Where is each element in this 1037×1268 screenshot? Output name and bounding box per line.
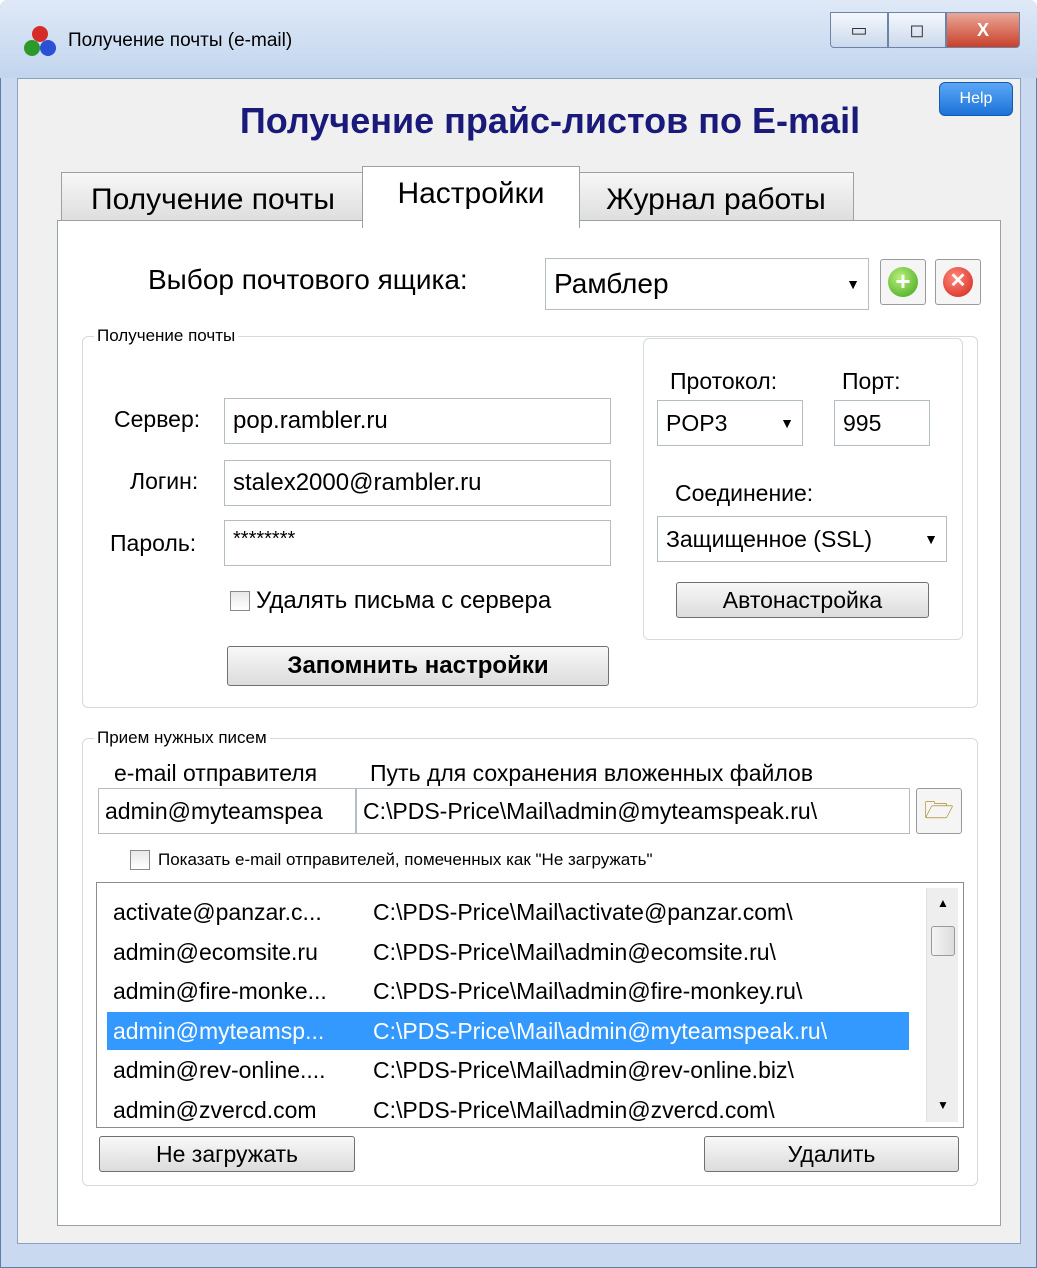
- chevron-down-icon: ▼: [924, 531, 938, 547]
- list-item-email: admin@ecomsite.ru: [113, 938, 318, 965]
- scroll-down-icon[interactable]: ▼: [927, 1090, 959, 1120]
- mail-filter-group-caption: Прием нужных писем: [94, 728, 270, 748]
- list-item-email: admin@myteamsp...: [113, 1017, 325, 1044]
- port-label: Порт:: [842, 368, 901, 394]
- list-item[interactable]: admin@fire-monke... C:\PDS-Price\Mail\adm…: [107, 972, 909, 1010]
- mailbox-select[interactable]: Рамблер ▼: [545, 258, 869, 310]
- password-label: Пароль:: [110, 530, 197, 556]
- delete-button[interactable]: Удалить: [704, 1136, 959, 1172]
- list-item-path: C:\PDS-Price\Mail\admin@myteamspeak.ru\: [373, 1017, 828, 1044]
- dont-load-button[interactable]: Не загружать: [99, 1136, 355, 1172]
- close-button[interactable]: X: [946, 12, 1020, 48]
- list-item[interactable]: admin@rev-online.... C:\PDS-Price\Mail\ad…: [107, 1051, 909, 1089]
- window-title: Получение почты (e-mail): [68, 30, 293, 51]
- sender-list[interactable]: activate@panzar.c... C:\PDS-Price\Mail\ac…: [96, 882, 964, 1128]
- login-input[interactable]: stalex2000@rambler.ru: [224, 460, 611, 506]
- show-excluded-label: Показать e-mail отправителей, помеченных…: [158, 850, 653, 869]
- port-input[interactable]: 995: [834, 400, 930, 446]
- folder-open-icon[interactable]: 🗁: [916, 788, 962, 834]
- remove-mailbox-button[interactable]: ✕: [935, 259, 981, 305]
- path-column-header: Путь для сохранения вложенных файлов: [370, 760, 814, 786]
- list-item-email: activate@panzar.c...: [113, 899, 322, 925]
- chevron-down-icon: ▼: [780, 415, 794, 431]
- add-mailbox-button[interactable]: +: [880, 259, 926, 305]
- protocol-label: Протокол:: [670, 368, 778, 394]
- connection-select[interactable]: Защищенное (SSL) ▼: [657, 516, 947, 562]
- scroll-up-icon[interactable]: ▲: [927, 888, 959, 918]
- show-excluded-checkbox[interactable]: [130, 850, 150, 870]
- maximize-button[interactable]: ◻: [888, 12, 946, 48]
- scroll-thumb[interactable]: [931, 926, 955, 956]
- close-icon: ✕: [943, 267, 973, 297]
- server-label: Сервер:: [114, 406, 201, 432]
- list-item[interactable]: activate@panzar.c... C:\PDS-Price\Mail\ac…: [107, 893, 909, 931]
- protocol-select[interactable]: POP3 ▼: [657, 400, 803, 446]
- save-settings-button[interactable]: Запомнить настройки: [227, 646, 609, 686]
- app-icon: [24, 26, 58, 60]
- tab-settings[interactable]: Настройки: [362, 166, 580, 228]
- list-scrollbar[interactable]: ▲ ▼: [926, 888, 958, 1122]
- list-item-path: C:\PDS-Price\Mail\admin@zvercd.com\: [373, 1096, 775, 1123]
- login-label: Логин:: [130, 468, 199, 494]
- list-item-email: admin@fire-monke...: [113, 978, 327, 1004]
- page-title: Получение прайс-листов по E-mail: [239, 100, 861, 141]
- list-item-email: admin@rev-online....: [113, 1057, 326, 1083]
- list-item-path: C:\PDS-Price\Mail\activate@panzar.com\: [373, 899, 793, 925]
- delete-from-server-label: Удалять письма с сервера: [256, 587, 552, 614]
- save-path-input[interactable]: C:\PDS-Price\Mail\admin@myteamspeak.ru\: [356, 788, 910, 834]
- tab-journal[interactable]: Журнал работы: [578, 172, 854, 224]
- connection-select-value: Защищенное (SSL): [666, 526, 873, 552]
- receive-group-caption: Получение почты: [94, 326, 239, 346]
- server-input[interactable]: pop.rambler.ru: [224, 398, 611, 444]
- sender-column-header: e-mail отправителя: [114, 760, 318, 786]
- mailbox-label: Выбор почтового ящика:: [148, 264, 468, 295]
- list-item-path: C:\PDS-Price\Mail\admin@ecomsite.ru\: [373, 938, 776, 965]
- list-item-path: C:\PDS-Price\Mail\admin@rev-online.biz\: [373, 1057, 794, 1083]
- title-bar[interactable]: Получение почты (e-mail) ▭ ◻ X: [0, 0, 1037, 78]
- list-item-email: admin@zvercd.com: [113, 1096, 317, 1123]
- list-item[interactable]: admin@myteamsp... C:\PDS-Price\Mail\admin…: [107, 1011, 909, 1050]
- mailbox-select-value: Рамблер: [554, 268, 669, 299]
- password-input[interactable]: ********: [224, 520, 611, 566]
- sender-email-input[interactable]: admin@myteamspea: [98, 788, 356, 834]
- delete-from-server-checkbox[interactable]: [230, 591, 250, 611]
- chevron-down-icon: ▼: [846, 276, 860, 292]
- plus-icon: +: [888, 267, 918, 297]
- list-item[interactable]: admin@ecomsite.ru C:\PDS-Price\Mail\admin…: [107, 933, 909, 971]
- autoconfig-button[interactable]: Автонастройка: [676, 582, 929, 618]
- list-item[interactable]: admin@zvercd.com C:\PDS-Price\Mail\admin@…: [107, 1091, 909, 1128]
- minimize-button[interactable]: ▭: [830, 12, 888, 48]
- connection-label: Соединение:: [675, 480, 814, 506]
- tab-receive-mail[interactable]: Получение почты: [61, 172, 365, 224]
- list-item-path: C:\PDS-Price\Mail\admin@fire-monkey.ru\: [373, 978, 803, 1004]
- protocol-select-value: POP3: [666, 410, 728, 436]
